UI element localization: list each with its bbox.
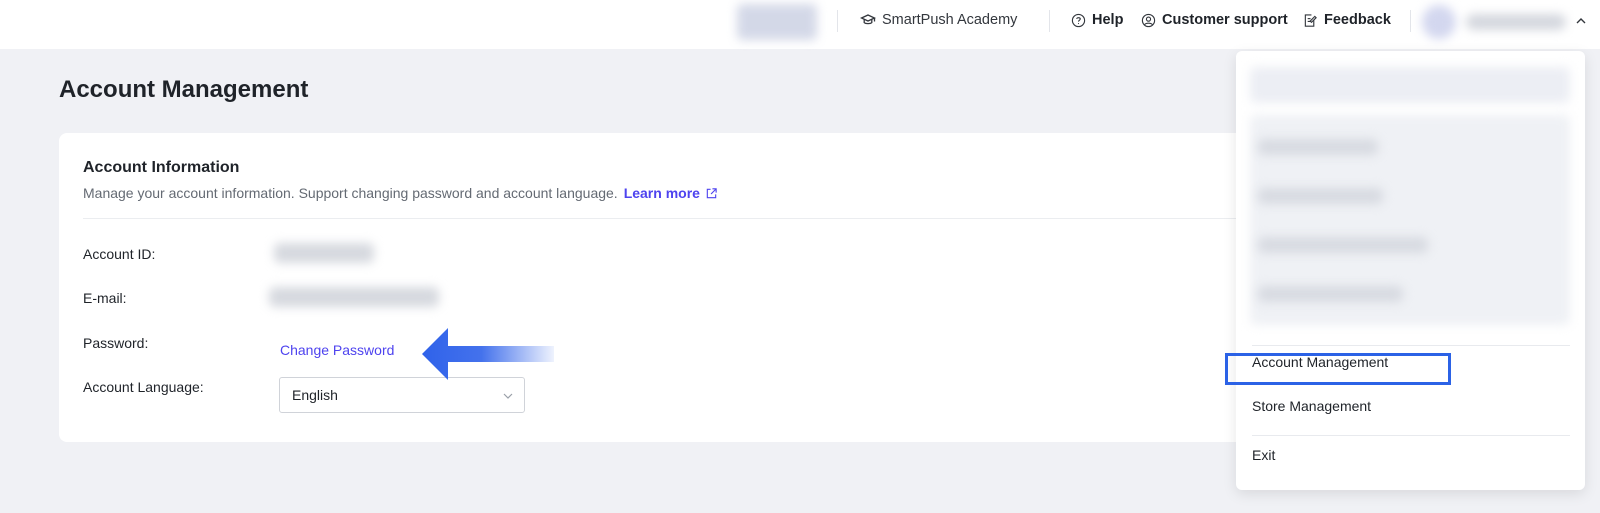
- account-information-card: Account Information Manage your account …: [59, 133, 1259, 442]
- menu-divider: [1252, 345, 1570, 346]
- feedback-label: Feedback: [1324, 12, 1391, 28]
- section-divider: [83, 218, 1259, 219]
- customer-support-label: Customer support: [1162, 12, 1288, 28]
- store-item-blurred[interactable]: [1258, 237, 1428, 253]
- chevron-down-icon: [502, 389, 514, 405]
- description-text: Manage your account information. Support…: [83, 185, 618, 201]
- account-language-select[interactable]: English: [279, 377, 525, 413]
- account-header-blurred: [1250, 67, 1570, 103]
- section-title: Account Information: [83, 159, 240, 176]
- account-language-label: Account Language:: [83, 379, 204, 395]
- academy-link[interactable]: SmartPush Academy: [860, 8, 1017, 32]
- email-label: E-mail:: [83, 290, 127, 306]
- user-name-blurred: [1466, 14, 1566, 30]
- help-link[interactable]: Help: [1070, 8, 1123, 32]
- menu-divider: [1252, 435, 1570, 436]
- feedback-link[interactable]: Feedback: [1302, 8, 1391, 32]
- question-circle-icon: [1070, 12, 1086, 28]
- menu-item-exit[interactable]: Exit: [1252, 447, 1275, 463]
- change-password-link[interactable]: Change Password: [280, 342, 394, 358]
- academy-label: SmartPush Academy: [882, 12, 1018, 28]
- menu-item-store-management[interactable]: Store Management: [1252, 398, 1371, 414]
- topbar-divider: [1410, 10, 1411, 32]
- topbar-divider: [1049, 10, 1050, 32]
- account-id-label: Account ID:: [83, 246, 156, 262]
- email-value-blurred: [269, 287, 439, 307]
- headset-icon: [1140, 12, 1156, 28]
- avatar: [1422, 5, 1456, 39]
- store-item-blurred[interactable]: [1258, 286, 1403, 302]
- menu-item-account-management[interactable]: Account Management: [1252, 354, 1388, 370]
- store-item-blurred[interactable]: [1258, 188, 1383, 204]
- help-label: Help: [1092, 12, 1124, 28]
- store-item-blurred[interactable]: [1258, 139, 1378, 155]
- user-dropdown-menu: Account Management Store Management Exit: [1236, 51, 1585, 490]
- store-selector-blurred[interactable]: [737, 4, 817, 40]
- topbar-divider: [837, 10, 838, 32]
- external-link-icon[interactable]: [705, 187, 718, 200]
- section-description: Manage your account information. Support…: [83, 185, 718, 201]
- graduation-cap-icon: [860, 12, 876, 28]
- top-navigation-bar: SmartPush Academy Help Customer support: [0, 0, 1600, 49]
- user-menu-trigger[interactable]: [1422, 4, 1590, 40]
- password-label: Password:: [83, 335, 149, 351]
- language-select-value: English: [292, 387, 338, 403]
- customer-support-link[interactable]: Customer support: [1140, 8, 1288, 32]
- learn-more-link[interactable]: Learn more: [624, 185, 700, 201]
- account-id-value-blurred: [274, 243, 374, 263]
- feedback-edit-icon: [1302, 12, 1318, 28]
- chevron-up-icon: [1574, 14, 1588, 28]
- page-title: Account Management: [59, 76, 309, 103]
- annotation-arrow: [422, 328, 554, 380]
